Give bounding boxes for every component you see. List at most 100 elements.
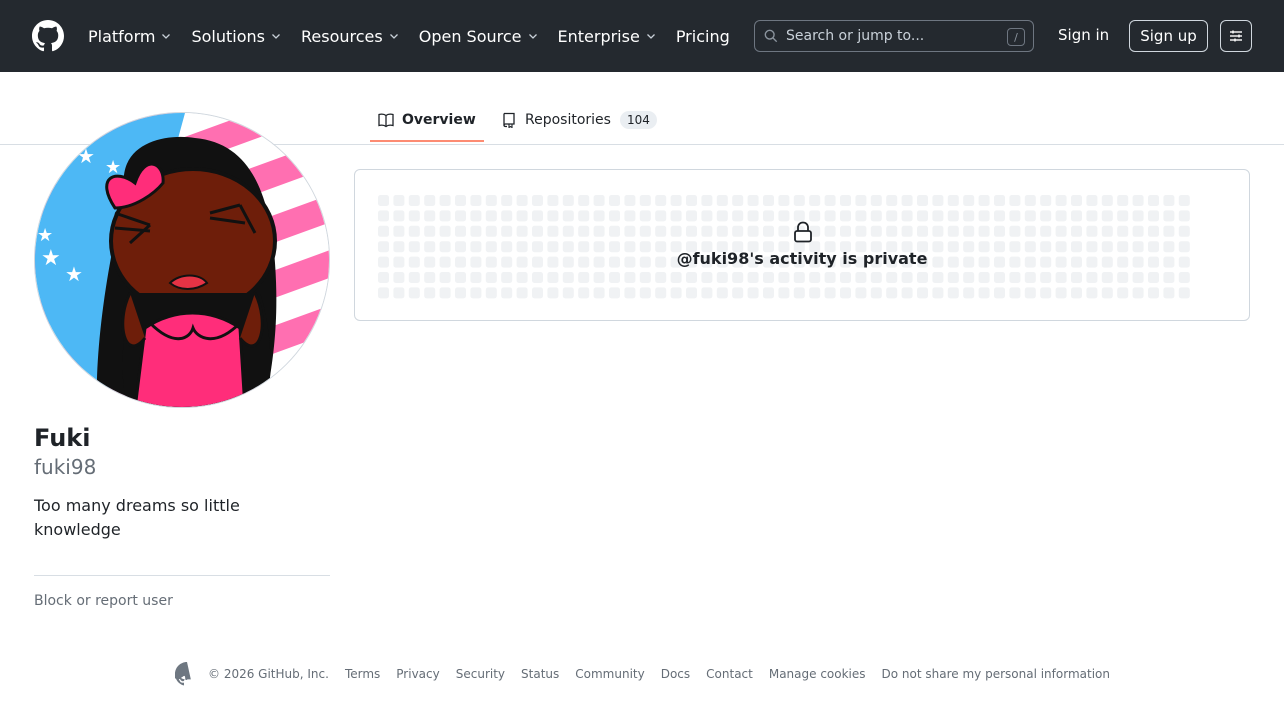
contribution-cell: [439, 210, 451, 222]
contribution-cell: [778, 287, 790, 299]
contribution-cell: [716, 195, 728, 206]
contribution-cell: [670, 210, 682, 222]
contribution-cell: [686, 287, 697, 299]
contribution-cell: [670, 272, 682, 283]
contribution-cell: [824, 210, 836, 222]
sign-up-button[interactable]: Sign up: [1129, 20, 1208, 52]
contribution-cell: [439, 287, 451, 299]
contribution-cell: [1040, 225, 1052, 237]
nav-resources[interactable]: Resources: [301, 27, 400, 46]
tab-overview[interactable]: Overview: [378, 110, 476, 130]
active-tab-underline: [370, 140, 484, 142]
footer-link-do-not-share[interactable]: Do not share my personal information: [882, 667, 1110, 681]
contribution-cell: [1163, 272, 1175, 283]
contribution-cell: [686, 210, 697, 222]
contribution-cell: [932, 272, 944, 283]
contribution-cell: [778, 195, 790, 206]
footer-link-contact[interactable]: Contact: [706, 667, 753, 681]
contribution-cell: [932, 225, 944, 237]
contribution-cell: [1071, 210, 1082, 222]
contribution-cell: [470, 287, 482, 299]
contribution-cell: [1178, 272, 1190, 283]
contribution-cell: [1117, 287, 1129, 299]
contribution-cell: [978, 287, 990, 299]
nav-solutions[interactable]: Solutions: [191, 27, 282, 46]
contribution-cell: [963, 287, 975, 299]
contribution-cell: [593, 225, 605, 237]
contribution-cell: [439, 272, 451, 283]
svg-text:★: ★: [65, 262, 83, 286]
footer-link-privacy[interactable]: Privacy: [396, 667, 439, 681]
contribution-cell: [1009, 195, 1021, 206]
contribution-cell: [994, 287, 1005, 299]
contribution-cell: [1071, 195, 1082, 206]
footer-link-manage-cookies[interactable]: Manage cookies: [769, 667, 866, 681]
site-header: Platform Solutions Resources Open Source…: [0, 0, 1284, 72]
nav-platform[interactable]: Platform: [88, 27, 172, 46]
contribution-cell: [1148, 272, 1159, 283]
footer-link-security[interactable]: Security: [456, 667, 505, 681]
contribution-cell: [809, 195, 821, 206]
contribution-cell: [1132, 210, 1144, 222]
contribution-cell: [470, 210, 482, 222]
contribution-cell: [1086, 225, 1098, 237]
contribution-cell: [763, 225, 774, 237]
contribution-cell: [408, 225, 420, 237]
contribution-cell: [870, 195, 882, 206]
contribution-cell: [1009, 210, 1021, 222]
nav-enterprise[interactable]: Enterprise: [558, 27, 657, 46]
contribution-cell: [747, 287, 759, 299]
contribution-cell: [732, 225, 744, 237]
block-report-link[interactable]: Block or report user: [34, 593, 173, 609]
sign-in-link[interactable]: Sign in: [1058, 26, 1109, 44]
contribution-cell: [516, 225, 528, 237]
contribution-cell: [1132, 225, 1144, 237]
contribution-cell: [747, 210, 759, 222]
contribution-cell: [1148, 225, 1159, 237]
contribution-cell: [963, 225, 975, 237]
nav-solutions-label: Solutions: [191, 26, 265, 46]
contribution-cell: [1055, 195, 1067, 206]
contribution-cell: [855, 210, 867, 222]
contribution-cell: [393, 287, 405, 299]
activity-panel: @fuki98's activity is private: [354, 169, 1250, 321]
contribution-cell: [686, 225, 697, 237]
contribution-cell: [917, 287, 928, 299]
footer-link-status[interactable]: Status: [521, 667, 559, 681]
nav-open-source[interactable]: Open Source: [419, 27, 539, 46]
contribution-cell: [378, 287, 389, 299]
tab-repositories[interactable]: Repositories 104: [501, 110, 657, 130]
footer-link-community[interactable]: Community: [575, 667, 644, 681]
search-input[interactable]: [786, 28, 1001, 44]
contribution-cell: [840, 225, 851, 237]
contribution-cell: [455, 225, 466, 237]
contribution-cell: [1024, 225, 1036, 237]
contribution-cell: [378, 225, 389, 237]
contribution-cell: [824, 225, 836, 237]
github-logo-icon[interactable]: [175, 662, 199, 686]
contribution-cell: [855, 225, 867, 237]
menu-button[interactable]: [1220, 20, 1252, 52]
contribution-cell: [793, 287, 805, 299]
contribution-cell: [1178, 195, 1190, 206]
site-footer: © 2026 GitHub, Inc. Terms Privacy Securi…: [175, 661, 1126, 687]
contribution-cell: [485, 210, 497, 222]
contribution-cell: [655, 210, 667, 222]
nav-pricing-label: Pricing: [675, 26, 730, 46]
footer-link-docs[interactable]: Docs: [661, 667, 690, 681]
contribution-cell: [593, 287, 605, 299]
footer-link-terms[interactable]: Terms: [345, 667, 380, 681]
nav-pricing[interactable]: Pricing: [676, 27, 730, 46]
contribution-cell: [947, 210, 959, 222]
avatar[interactable]: ★ ★ ★ ★ ★: [34, 112, 330, 408]
contribution-cell: [485, 287, 497, 299]
search-box[interactable]: /: [754, 20, 1034, 52]
contribution-cell: [455, 272, 466, 283]
github-logo-icon[interactable]: [32, 20, 64, 52]
lock-icon: [794, 221, 812, 243]
profile-display-name: Fuki: [34, 424, 91, 452]
contribution-cell: [1163, 210, 1175, 222]
contribution-cell: [716, 272, 728, 283]
contribution-cell: [886, 287, 898, 299]
contribution-cell: [1040, 210, 1052, 222]
